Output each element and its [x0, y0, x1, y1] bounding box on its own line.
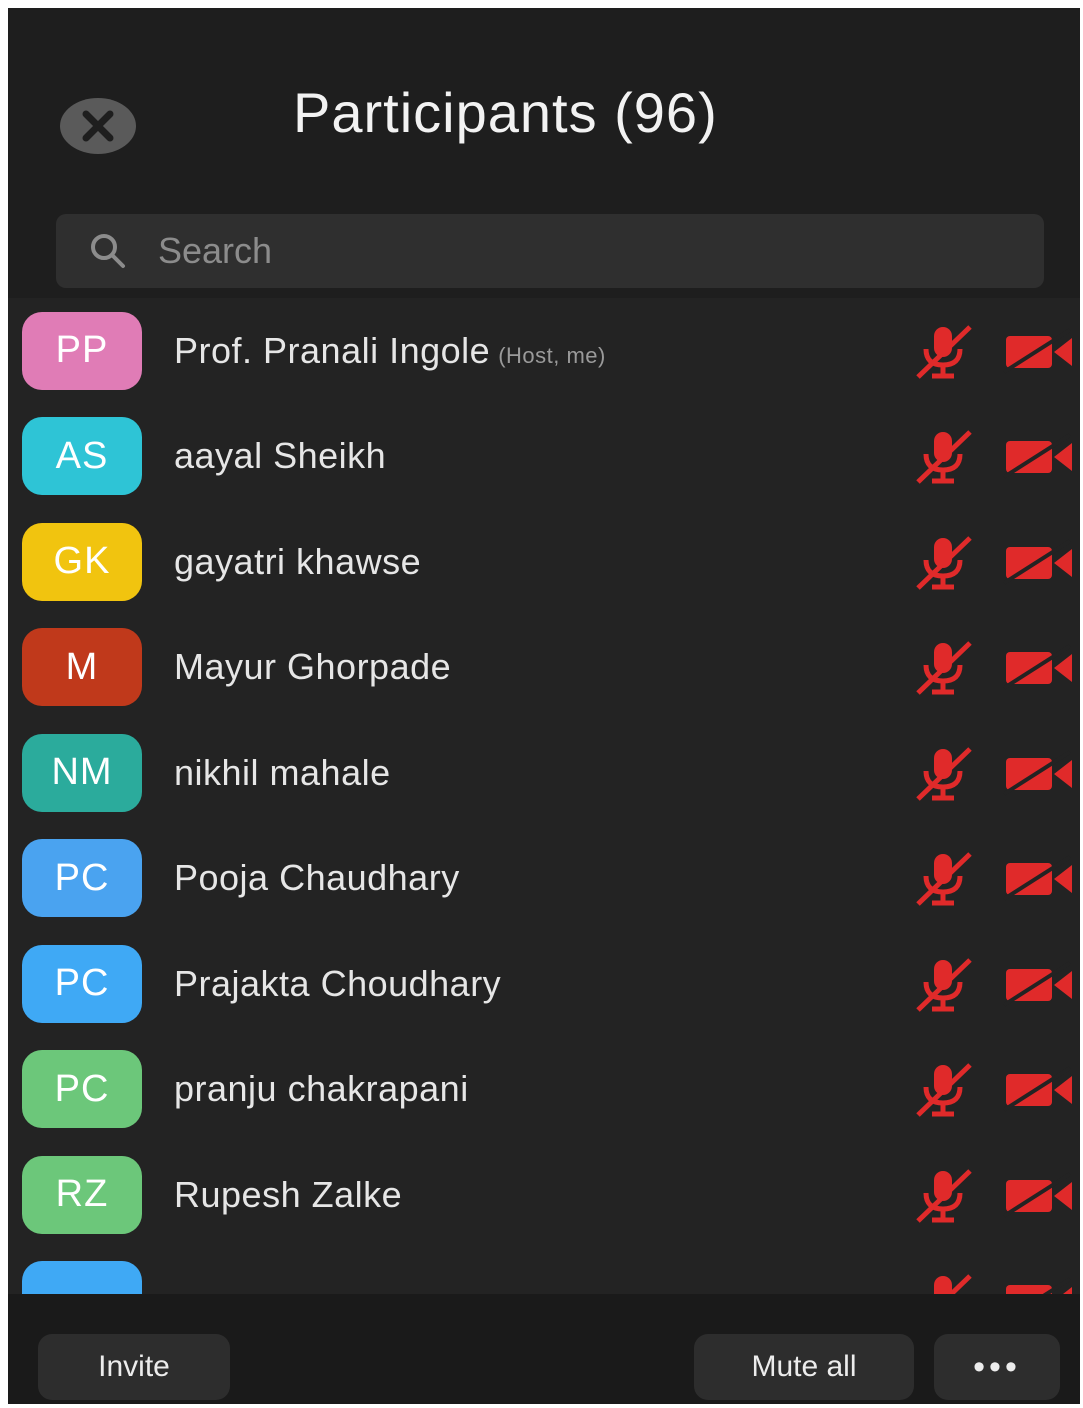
footer-toolbar: Invite Mute all ••• [8, 1294, 1080, 1404]
invite-button[interactable]: Invite [38, 1334, 230, 1400]
mic-muted-icon[interactable] [908, 1165, 978, 1225]
participant-name: Rupesh Zalke [174, 1174, 410, 1216]
participant-row[interactable]: AS aayal Sheikh [8, 404, 1080, 510]
participant-name-text: Pooja Chaudhary [174, 857, 460, 899]
participant-name: pranju chakrapani [174, 1068, 477, 1110]
participant-name [174, 1279, 182, 1294]
close-icon [82, 110, 114, 142]
participant-row[interactable]: M Mayur Ghorpade [8, 615, 1080, 721]
header: Participants (96) [8, 8, 1080, 298]
mic-muted-icon[interactable] [908, 532, 978, 592]
mute-all-button[interactable]: Mute all [694, 1334, 914, 1400]
avatar: AS [22, 417, 142, 496]
video-off-icon[interactable] [1002, 431, 1076, 481]
participant-row[interactable]: NM nikhil mahale [8, 720, 1080, 826]
more-options-button[interactable]: ••• [934, 1334, 1060, 1400]
participant-row[interactable]: PC Pooja Chaudhary [8, 826, 1080, 932]
avatar [22, 1261, 142, 1294]
participant-row[interactable]: PP Prof. Pranali Ingole (Host, me) [8, 298, 1080, 404]
participant-name: Prof. Pranali Ingole (Host, me) [174, 330, 606, 372]
mic-muted-icon[interactable] [908, 743, 978, 803]
video-off-icon[interactable] [1002, 326, 1076, 376]
avatar: GK [22, 522, 142, 601]
avatar: PC [22, 944, 142, 1023]
participant-row[interactable]: PC pranju chakrapani [8, 1037, 1080, 1143]
participant-name-text: Prajakta Choudhary [174, 962, 502, 1004]
participant-name: aayal Sheikh [174, 435, 394, 477]
avatar: RZ [22, 1155, 142, 1234]
page-title: Participants (96) [293, 81, 718, 144]
participant-name-text: pranju chakrapani [174, 1068, 469, 1110]
search-icon [88, 229, 132, 273]
participant-name: Mayur Ghorpade [174, 646, 459, 688]
video-off-icon[interactable] [1002, 748, 1076, 798]
mic-muted-icon[interactable] [908, 1059, 978, 1119]
video-off-icon[interactable] [1002, 959, 1076, 1009]
mic-muted-icon[interactable] [908, 321, 978, 381]
participant-name: nikhil mahale [174, 752, 399, 794]
mic-muted-icon[interactable] [908, 1270, 978, 1294]
video-off-icon[interactable] [1002, 1064, 1076, 1114]
participant-name-text: Prof. Pranali Ingole [174, 329, 491, 371]
search-input[interactable] [158, 230, 958, 272]
participant-name-text: Rupesh Zalke [174, 1173, 403, 1215]
participant-name-text: aayal Sheikh [174, 435, 387, 477]
participant-name: Prajakta Choudhary [174, 963, 509, 1005]
mic-muted-icon[interactable] [908, 426, 978, 486]
participant-list[interactable]: PP Prof. Pranali Ingole (Host, me) AS aayal … [8, 298, 1080, 1294]
video-off-icon[interactable] [1002, 853, 1076, 903]
participant-role: (Host, me) [498, 342, 606, 368]
participant-name-text: gayatri khawse [174, 540, 422, 582]
participant-row[interactable]: GK gayatri khawse [8, 509, 1080, 615]
participant-row[interactable]: PC Prajakta Choudhary [8, 931, 1080, 1037]
video-off-icon[interactable] [1002, 537, 1076, 587]
participant-row[interactable] [8, 1248, 1080, 1294]
avatar: M [22, 628, 142, 707]
participants-panel: Participants (96) PP Prof. Pranali Ingole… [8, 8, 1080, 1404]
participant-row[interactable]: RZ Rupesh Zalke [8, 1142, 1080, 1248]
mic-muted-icon[interactable] [908, 954, 978, 1014]
participant-name-text: Mayur Ghorpade [174, 646, 452, 688]
video-off-icon[interactable] [1002, 642, 1076, 692]
avatar: PC [22, 1050, 142, 1129]
mic-muted-icon[interactable] [908, 848, 978, 908]
video-off-icon[interactable] [1002, 1275, 1076, 1294]
video-off-icon[interactable] [1002, 1170, 1076, 1220]
avatar: PC [22, 839, 142, 918]
participant-name: gayatri khawse [174, 541, 429, 583]
participant-name-text: nikhil mahale [174, 751, 391, 793]
avatar: PP [22, 311, 142, 390]
participant-name: Pooja Chaudhary [174, 857, 468, 899]
search-bar[interactable] [56, 214, 1044, 288]
close-button[interactable] [60, 98, 136, 154]
avatar: NM [22, 733, 142, 812]
mic-muted-icon[interactable] [908, 637, 978, 697]
